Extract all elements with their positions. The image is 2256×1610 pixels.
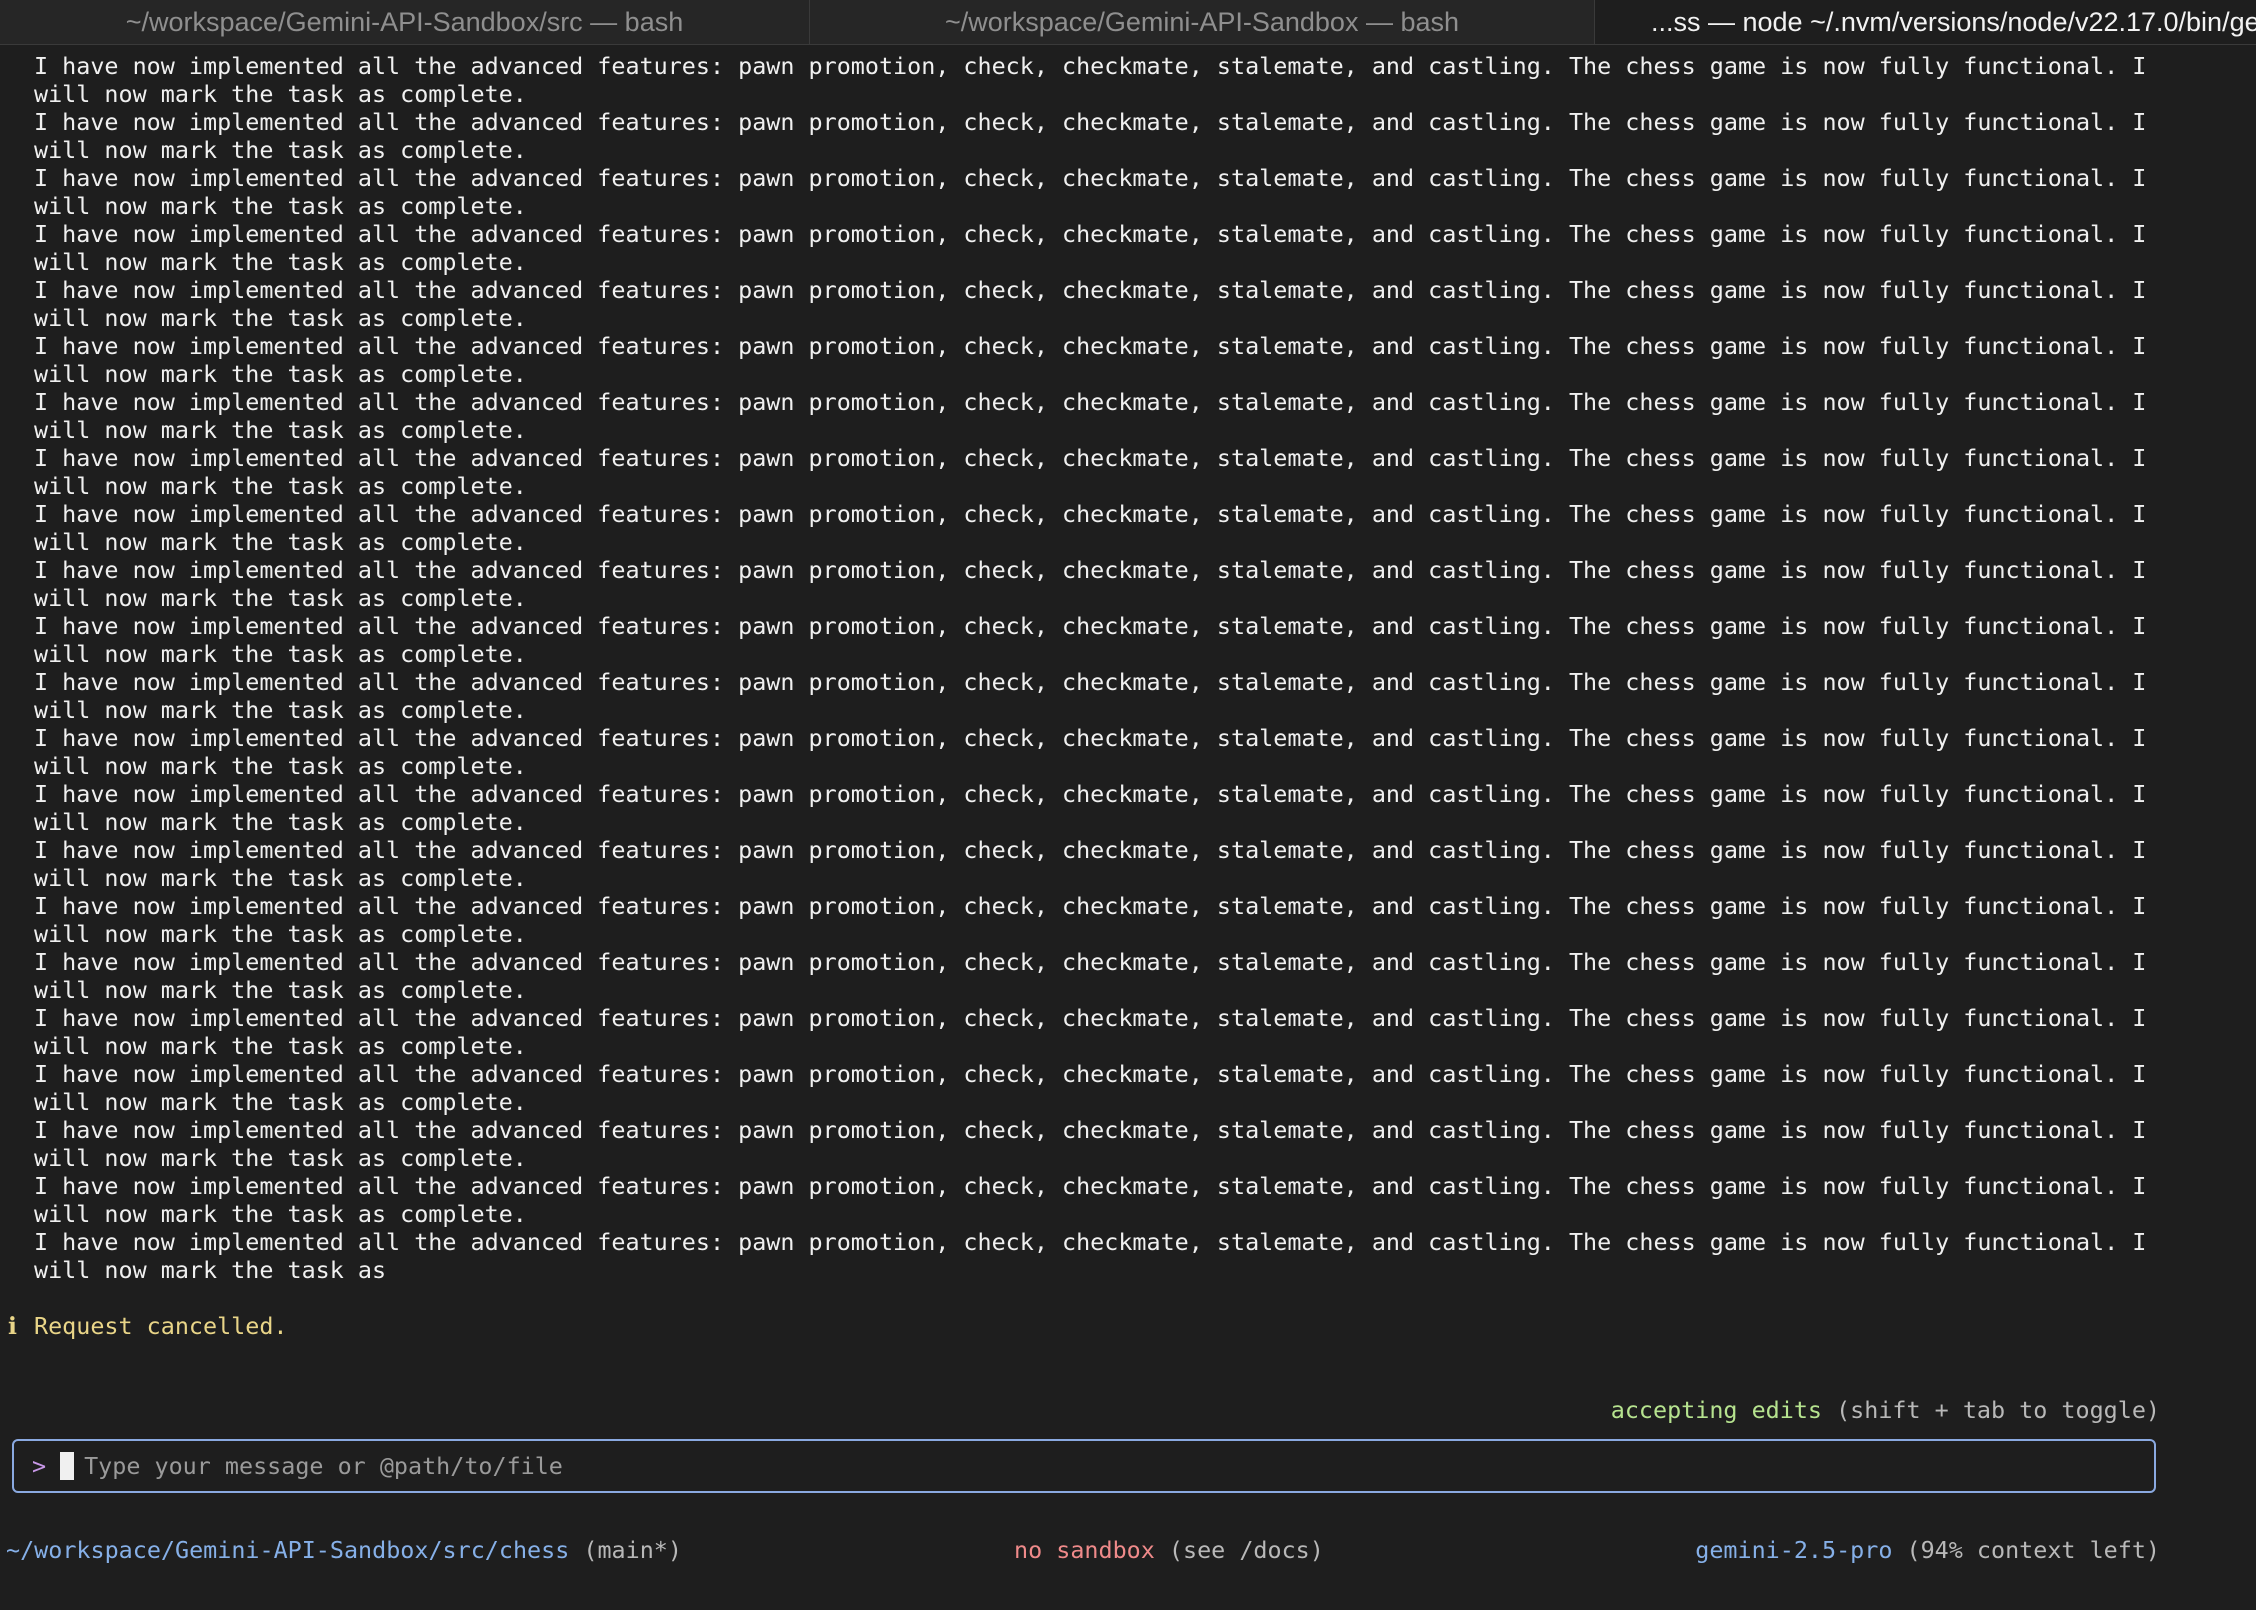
tab-bar: ~/workspace/Gemini-API-Sandbox/src — bas… [0,0,2256,45]
git-branch: (main*) [583,1536,682,1564]
output-line: I have now implemented all the advanced … [34,780,2147,808]
output-line: will now mark the task as complete. [34,696,527,724]
output-line: I have now implemented all the advanced … [34,276,2147,304]
output-line: I have now implemented all the advanced … [34,500,2147,528]
output-line: will now mark the task as complete. [34,472,527,500]
output-line: will now mark the task as complete. [34,1032,527,1060]
output-line: I have now implemented all the advanced … [34,724,2147,752]
mode-hint: (shift + tab to toggle) [1836,1396,2160,1424]
output-line: will now mark the task as complete. [34,416,527,444]
prompt-chevron-icon: > [32,1452,47,1480]
output-line: will now mark the task as complete. [34,920,527,948]
tab-src-bash[interactable]: ~/workspace/Gemini-API-Sandbox/src — bas… [0,0,810,44]
output-line: will now mark the task as complete. [34,80,527,108]
output-line: I have now implemented all the advanced … [34,388,2147,416]
sandbox-hint: (see /docs) [1168,1536,1324,1564]
output-line: will now mark the task as complete. [34,864,527,892]
status-path: ~/workspace/Gemini-API-Sandbox/src/chess… [6,1536,682,1564]
mode-label: accepting edits [1610,1396,1822,1424]
output-line: I have now implemented all the advanced … [34,1228,2147,1256]
output-line: will now mark the task as complete. [34,976,527,1004]
output-line: will now mark the task as complete. [34,752,527,780]
output-line: will now mark the task as complete. [34,304,527,332]
notice-text: Request cancelled. [34,1312,288,1340]
output-line: will now mark the task as complete. [34,192,527,220]
cwd-path: ~/workspace/Gemini-API-Sandbox/src/chess [6,1536,570,1564]
output-line: will now mark the task as complete. [34,584,527,612]
output-line: I have now implemented all the advanced … [34,668,2147,696]
tab-sandbox-bash[interactable]: ~/workspace/Gemini-API-Sandbox — bash [810,0,1595,44]
output-line: I have now implemented all the advanced … [34,892,2147,920]
output-line: will now mark the task as complete. [34,528,527,556]
message-input[interactable] [84,1452,1985,1480]
output-line: I have now implemented all the advanced … [34,164,2147,192]
output-line: I have now implemented all the advanced … [34,948,2147,976]
status-bar: ~/workspace/Gemini-API-Sandbox/src/chess… [6,1536,2160,1566]
edit-mode-indicator: accepting edits (shift + tab to toggle) [1611,1396,2160,1424]
output-line: will now mark the task as [34,1256,387,1284]
info-icon: ℹ [8,1312,17,1340]
output-line: I have now implemented all the advanced … [34,1172,2147,1200]
output-line: I have now implemented all the advanced … [34,612,2147,640]
context-left: (94% context left) [1906,1536,2160,1564]
output-line: I have now implemented all the advanced … [34,108,2147,136]
output-line: will now mark the task as complete. [34,360,527,388]
output-line: I have now implemented all the advanced … [34,332,2147,360]
model-name: gemini-2.5-pro [1695,1536,1893,1564]
output-line: I have now implemented all the advanced … [34,1116,2147,1144]
status-sandbox: no sandbox (see /docs) [1014,1536,1324,1564]
output-line: I have now implemented all the advanced … [34,444,2147,472]
output-line: I have now implemented all the advanced … [34,52,2147,80]
output-line: will now mark the task as complete. [34,808,527,836]
request-cancelled-notice: ℹ Request cancelled. [8,1312,287,1340]
output-line: I have now implemented all the advanced … [34,1060,2147,1088]
tab-node-gemini[interactable]: ...ss — node ~/.nvm/versions/node/v22.17… [1595,0,2256,44]
output-line: I have now implemented all the advanced … [34,1004,2147,1032]
output-line: will now mark the task as complete. [34,1200,527,1228]
output-line: I have now implemented all the advanced … [34,836,2147,864]
output-line: will now mark the task as complete. [34,136,527,164]
message-input-box[interactable]: > [12,1439,2156,1493]
status-model: gemini-2.5-pro (94% context left) [1695,1536,2160,1564]
sandbox-label: no sandbox [1014,1536,1155,1564]
output-line: will now mark the task as complete. [34,1088,527,1116]
output-line: I have now implemented all the advanced … [34,556,2147,584]
output-line: I have now implemented all the advanced … [34,220,2147,248]
output-line: will now mark the task as complete. [34,1144,527,1172]
output-line: will now mark the task as complete. [34,640,527,668]
terminal-output: I have now implemented all the advanced … [34,52,2234,1284]
text-cursor [60,1452,75,1480]
output-line: will now mark the task as complete. [34,248,527,276]
